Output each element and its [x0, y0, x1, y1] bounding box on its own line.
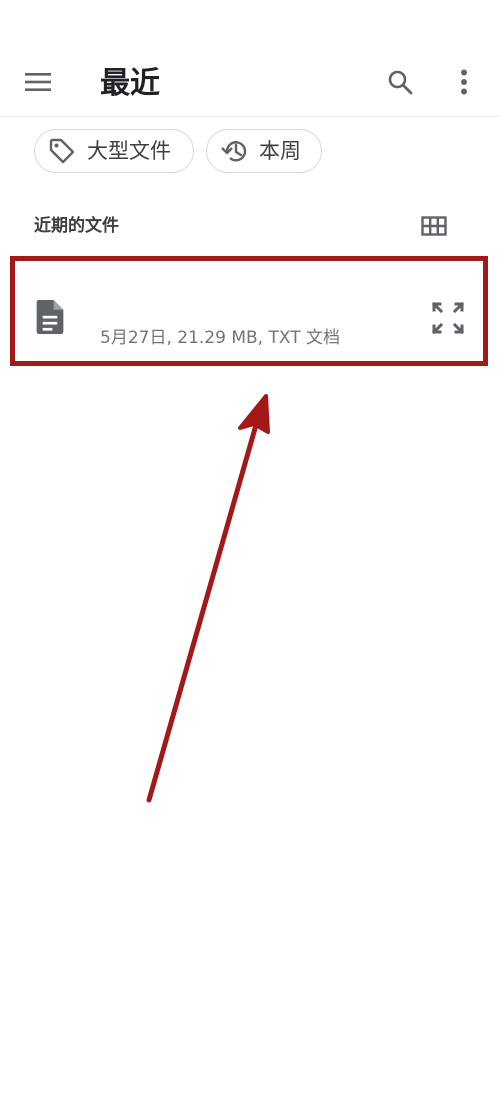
top-app-bar: 最近: [0, 40, 500, 117]
grid-view-icon: [421, 216, 447, 236]
history-icon: [219, 136, 249, 166]
page-title: 最近: [100, 66, 160, 101]
large-files-chip[interactable]: 大型文件: [34, 129, 194, 173]
search-button[interactable]: [380, 62, 420, 102]
more-vert-icon: [461, 69, 467, 95]
this-week-chip[interactable]: 本周: [206, 129, 322, 173]
menu-button[interactable]: [18, 62, 58, 102]
this-week-label: 本周: [259, 139, 301, 163]
expand-icon: [431, 301, 465, 335]
tag-icon: [47, 136, 77, 166]
large-files-label: 大型文件: [87, 139, 171, 163]
file-list-item[interactable]: 5月27日, 21.29 MB, TXT 文档: [10, 256, 488, 366]
file-details: 5月27日, 21.29 MB, TXT 文档: [100, 328, 340, 348]
files-app: 最近 大型文件 本周 近期的文件 5月27日, 21.29 MB, TXT 文档: [0, 0, 500, 1111]
search-icon: [388, 70, 413, 95]
recent-files-heading: 近期的文件: [34, 216, 119, 236]
more-options-button[interactable]: [444, 62, 484, 102]
menu-icon: [25, 73, 51, 91]
expand-preview-button[interactable]: [428, 298, 468, 338]
grid-view-button[interactable]: [418, 210, 450, 242]
document-icon: [36, 300, 64, 334]
